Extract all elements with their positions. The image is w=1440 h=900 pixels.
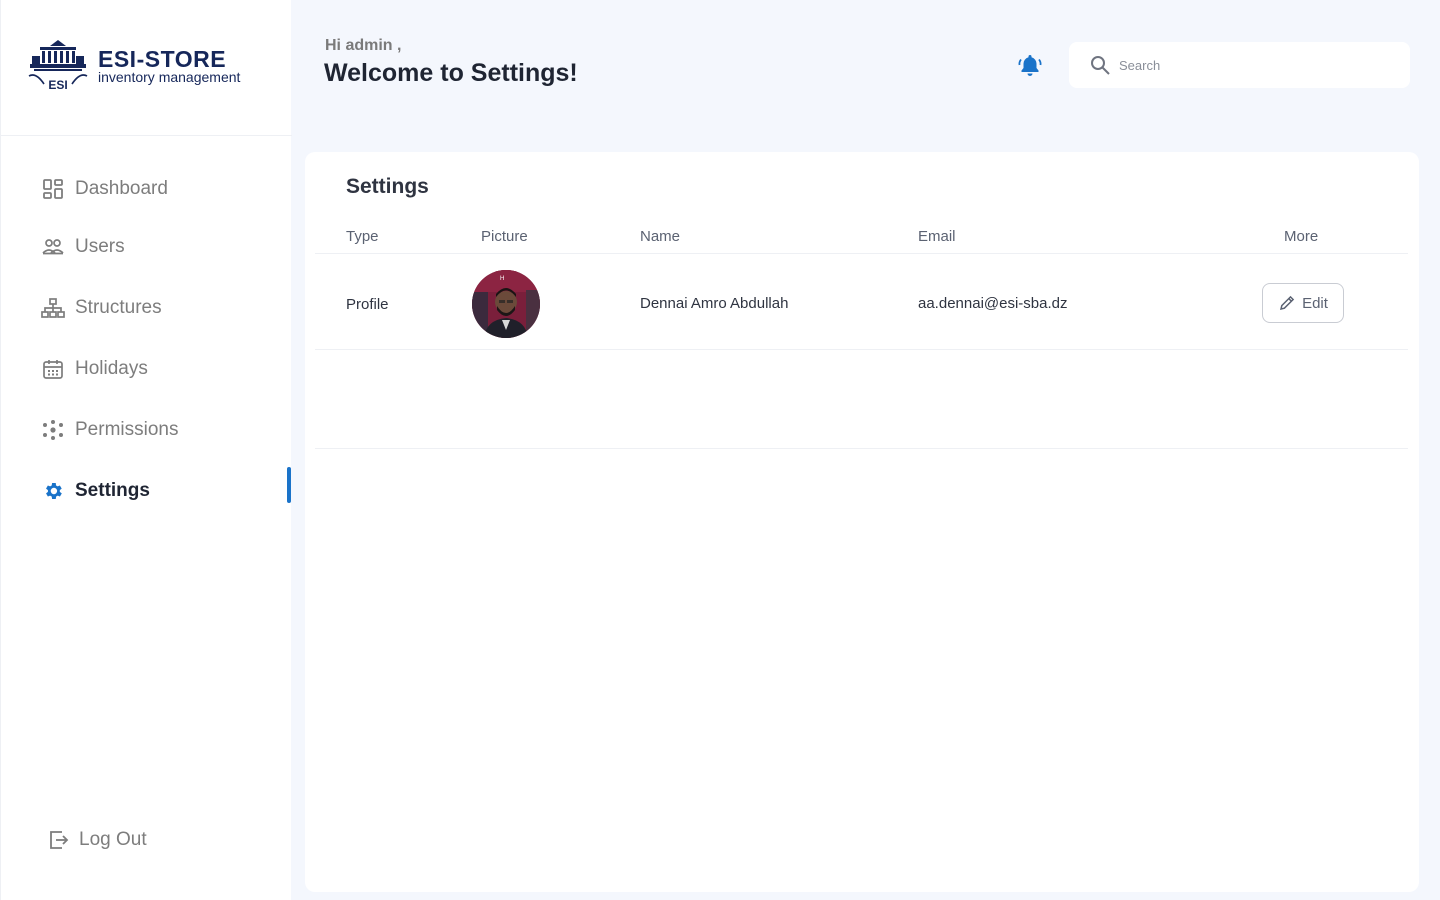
sidebar: ESI ESI-STORE inventory management Dashb…: [0, 0, 292, 900]
sidebar-item-label: Users: [75, 236, 125, 257]
search-icon: [1091, 56, 1110, 75]
sparkle-icon: [39, 416, 67, 444]
cell-type: Profile: [346, 296, 389, 313]
sidebar-item-label: Permissions: [75, 419, 179, 440]
search-box: [1069, 42, 1410, 88]
column-header-more: More: [1284, 228, 1319, 245]
greeting: Hi admin ,: [325, 37, 402, 54]
cell-email: aa.dennai@esi-sba.dz: [918, 295, 1068, 312]
logo-area: ESI ESI-STORE inventory management: [1, 0, 292, 136]
card-title: Settings: [346, 175, 429, 198]
pencil-icon: [1280, 295, 1295, 311]
settings-card: Settings Type Picture Name Email More Pr…: [305, 152, 1419, 892]
search-input[interactable]: [1119, 57, 1389, 73]
sidebar-item-users[interactable]: Users: [39, 230, 289, 264]
sidebar-item-label: Settings: [75, 480, 150, 501]
column-header-name: Name: [640, 228, 681, 245]
hierarchy-icon: [39, 294, 67, 322]
sidebar-item-settings[interactable]: Settings: [39, 474, 289, 508]
logout-icon: [45, 826, 73, 854]
page-title: Welcome to Settings!: [324, 59, 578, 87]
users-icon: [39, 233, 67, 261]
column-header-picture: Picture: [481, 228, 528, 245]
brand-subtitle: inventory management: [98, 69, 241, 85]
sidebar-item-label: Dashboard: [75, 178, 168, 199]
column-header-email: Email: [918, 228, 956, 245]
sidebar-item-label: Holidays: [75, 358, 148, 379]
dashboard-grid-icon: [39, 175, 67, 203]
notification-button[interactable]: [1016, 51, 1044, 79]
calendar-icon: [39, 355, 67, 383]
logout-label: Log Out: [79, 829, 147, 850]
avatar: H: [472, 270, 540, 338]
cell-name: Dennai Amro Abdullah: [640, 295, 789, 312]
column-header-type: Type: [346, 228, 379, 245]
svg-text:ESI: ESI: [48, 78, 67, 92]
esi-logo: ESI: [28, 40, 88, 92]
sidebar-item-permissions[interactable]: Permissions: [39, 413, 289, 447]
sidebar-item-structures[interactable]: Structures: [39, 291, 289, 325]
bell-icon: [1018, 55, 1042, 76]
svg-text:H: H: [500, 276, 504, 282]
sidebar-item-holidays[interactable]: Holidays: [39, 352, 289, 386]
edit-button[interactable]: Edit: [1262, 283, 1344, 323]
edit-label: Edit: [1302, 294, 1328, 312]
sidebar-item-label: Structures: [75, 297, 162, 318]
active-indicator: [287, 467, 291, 503]
logout-button[interactable]: Log Out: [45, 823, 147, 857]
sidebar-item-dashboard[interactable]: Dashboard: [39, 172, 289, 206]
row-divider: [315, 349, 1408, 350]
row-divider: [315, 448, 1408, 449]
header-divider: [315, 253, 1408, 254]
gear-icon: [39, 477, 67, 505]
